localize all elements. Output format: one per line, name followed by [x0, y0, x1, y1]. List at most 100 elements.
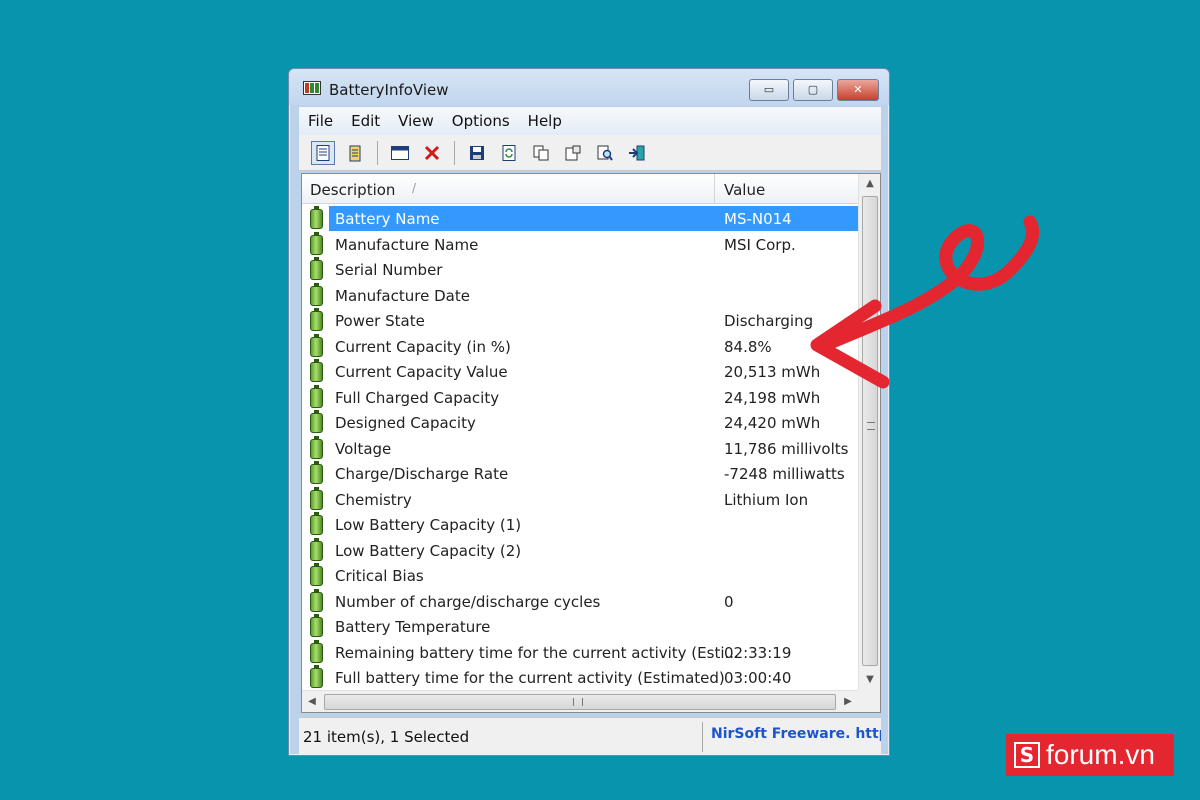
battery-icon [310, 435, 323, 459]
status-item-count: 21 item(s), 1 Selected [303, 728, 470, 746]
scroll-right-button[interactable]: ▶ [838, 691, 858, 713]
table-row[interactable]: Low Battery Capacity (2) [302, 537, 858, 564]
refresh-icon[interactable] [497, 141, 521, 165]
battery-icon [310, 410, 323, 433]
menu-file[interactable]: File [299, 112, 342, 130]
scroll-up-button[interactable]: ▲ [859, 174, 881, 194]
battery-icon [310, 512, 323, 535]
row-value: Discharging [724, 312, 814, 330]
battery-log-icon[interactable] [343, 141, 367, 165]
column-divider[interactable] [714, 174, 715, 204]
row-value: MSI Corp. [724, 235, 796, 254]
sforum-logo: S forum.vn [1006, 734, 1174, 776]
scroll-grip-icon [867, 422, 875, 430]
battery-icon [310, 639, 323, 663]
find-icon[interactable] [593, 141, 617, 165]
battery-icon [310, 588, 323, 612]
row-description: Low Battery Capacity (2) [335, 541, 522, 560]
row-value: -7248 milliwatts [724, 465, 845, 483]
menu-edit[interactable]: Edit [342, 112, 389, 130]
battery-icon [310, 282, 323, 306]
table-row[interactable]: Battery Temperature [302, 614, 858, 640]
table-row[interactable]: Designed Capacity 24,420 mWh [302, 410, 858, 436]
exit-icon[interactable] [625, 141, 649, 165]
menu-bar: File Edit View Options Help [299, 107, 881, 135]
row-description: Full Charged Capacity [335, 388, 500, 407]
scroll-down-button[interactable]: ▼ [859, 670, 881, 690]
delete-icon[interactable] [420, 141, 444, 165]
title-bar[interactable]: BatteryInfoView ▭ ▢ ✕ [289, 69, 889, 105]
table-row[interactable]: Chemistry Lithium Ion [302, 486, 858, 513]
toolbar-separator [377, 140, 378, 165]
html-report-icon[interactable] [561, 141, 585, 165]
properties-icon[interactable] [311, 140, 335, 165]
battery-icon [310, 333, 323, 357]
window-title: BatteryInfoView [329, 81, 449, 99]
table-row[interactable]: Voltage 11,786 millivolts [302, 435, 858, 462]
row-description: Power State [335, 312, 425, 330]
row-description: Serial Number [335, 261, 443, 279]
battery-icon [310, 563, 323, 586]
table-row[interactable]: Manufacture Date [302, 282, 858, 309]
row-description: Low Battery Capacity (1) [335, 516, 522, 534]
row-description: Manufacture Name [335, 235, 479, 254]
table-row[interactable]: Battery Name MS-N014 [302, 206, 858, 232]
row-description: Manufacture Date [335, 286, 470, 305]
menu-view[interactable]: View [389, 112, 443, 130]
row-description: Current Capacity Value [335, 363, 508, 381]
table-row[interactable]: Full battery time for the current activi… [302, 665, 858, 691]
battery-icon [310, 486, 323, 510]
battery-icon [310, 257, 323, 280]
table-row[interactable]: Serial Number [302, 257, 858, 283]
table-row[interactable]: Current Capacity (in %) 84.8% [302, 333, 858, 360]
row-description: Designed Capacity [335, 414, 476, 432]
column-header-description[interactable]: Description [310, 181, 395, 199]
row-value: 24,420 mWh [724, 414, 821, 432]
sforum-mark-icon: S [1014, 742, 1040, 768]
battery-icon [310, 665, 323, 688]
status-bar: 21 item(s), 1 Selected NirSoft Freeware.… [299, 717, 881, 755]
menu-options[interactable]: Options [443, 112, 519, 130]
row-description: Battery Temperature [335, 618, 491, 636]
row-value: MS-N014 [724, 210, 792, 228]
scroll-grip-icon [573, 698, 583, 706]
row-value: Lithium Ion [724, 490, 809, 509]
table-row[interactable]: Full Charged Capacity 24,198 mWh [302, 384, 858, 411]
table-row[interactable]: Low Battery Capacity (1) [302, 512, 858, 538]
horizontal-scroll-thumb[interactable] [324, 694, 836, 710]
table-row[interactable]: Manufacture Name MSI Corp. [302, 231, 858, 258]
close-button[interactable]: ✕ [837, 79, 879, 101]
row-description: Charge/Discharge Rate [335, 465, 509, 483]
app-icon [303, 81, 321, 95]
copy-icon[interactable] [529, 141, 553, 165]
horizontal-scrollbar[interactable]: ◀ ▶ [302, 690, 858, 712]
table-row[interactable]: Remaining battery time for the current a… [302, 639, 858, 666]
table-row[interactable]: Critical Bias [302, 563, 858, 589]
row-description: Chemistry [335, 490, 412, 509]
battery-icon [310, 614, 323, 637]
battery-icon [310, 461, 323, 484]
nirsoft-link[interactable]: NirSoft Freeware. http [711, 726, 881, 742]
table-row[interactable]: Number of charge/discharge cycles 0 [302, 588, 858, 615]
battery-info-list[interactable]: Description / Value Battery Name MS-N014 M… [301, 173, 881, 713]
row-description: Number of charge/discharge cycles [335, 592, 601, 611]
battery-icon [310, 537, 323, 561]
row-value: 84.8% [724, 337, 772, 356]
row-value: 02:33:19 [724, 643, 792, 662]
table-row[interactable]: Charge/Discharge Rate -7248 milliwatts [302, 461, 858, 487]
minimize-button[interactable]: ▭ [749, 79, 789, 101]
column-header-value[interactable]: Value [724, 181, 765, 199]
table-row[interactable]: Current Capacity Value 20,513 mWh [302, 359, 858, 385]
save-icon[interactable] [465, 141, 489, 165]
list-header: Description / Value [302, 174, 858, 204]
battery-icon [310, 308, 323, 331]
menu-help[interactable]: Help [519, 112, 571, 130]
annotation-arrow-icon [810, 215, 1040, 389]
sort-indicator: / [412, 181, 417, 195]
table-row[interactable]: Power State Discharging [302, 308, 858, 334]
scroll-left-button[interactable]: ◀ [302, 691, 322, 713]
window-icon[interactable] [388, 141, 412, 165]
sforum-wordmark: forum.vn [1046, 739, 1155, 770]
row-description: Critical Bias [335, 567, 424, 585]
maximize-button[interactable]: ▢ [793, 79, 833, 101]
